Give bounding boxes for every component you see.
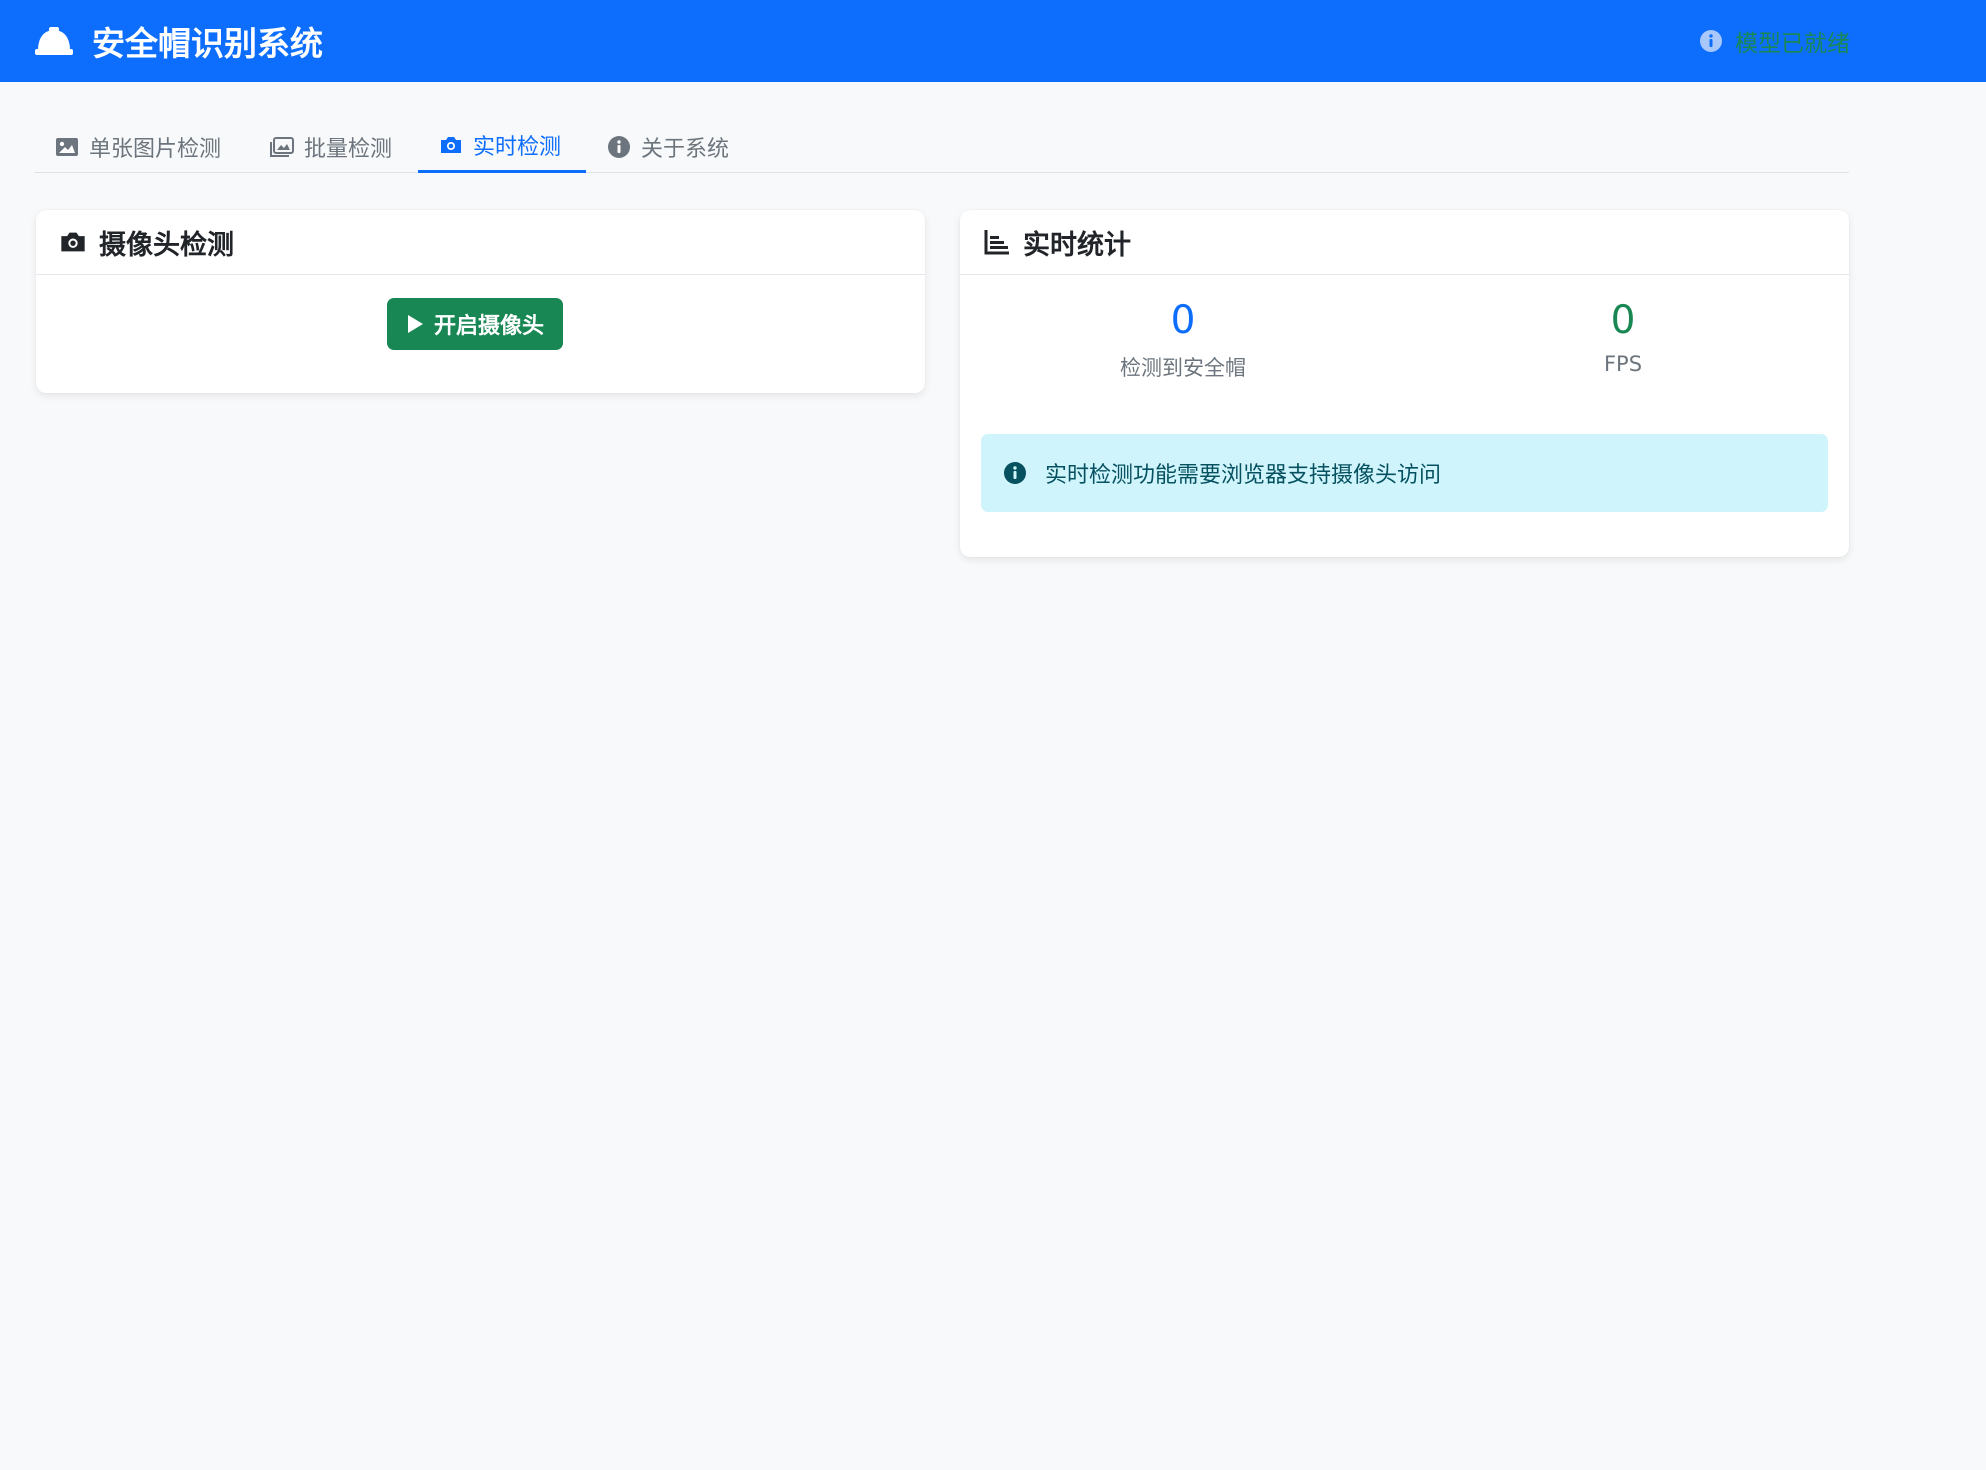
stats-card-header: 实时统计 (960, 210, 1849, 275)
camera-detection-card: 摄像头检测 开启摄像头 (36, 210, 925, 393)
camera-icon (439, 133, 463, 157)
tab-single-image[interactable]: 单张图片检测 (34, 120, 237, 173)
camera-icon (59, 228, 87, 256)
hard-hat-icon (34, 24, 74, 58)
app-title: 安全帽识别系统 (92, 24, 323, 63)
start-camera-button[interactable]: 开启摄像头 (387, 298, 563, 350)
play-icon (406, 314, 424, 334)
tab-about-label: 关于系统 (641, 136, 730, 162)
camera-support-notice: 实时检测功能需要浏览器支持摄像头访问 (981, 434, 1828, 512)
detection-tabs: 单张图片检测 批量检测 实时检测 关于系统 (34, 120, 1849, 173)
model-status: 模型已就绪 (1699, 0, 1850, 82)
images-icon (270, 135, 294, 159)
fps-value: 0 (1610, 298, 1636, 343)
fps-label: FPS (1603, 352, 1643, 376)
tab-about[interactable]: 关于系统 (586, 120, 754, 173)
top-navbar: 安全帽识别系统 模型已就绪 (0, 0, 1986, 82)
fps-stat: 0 FPS (1473, 296, 1773, 376)
info-icon (607, 135, 631, 159)
bar-chart-icon (983, 228, 1011, 256)
start-camera-label: 开启摄像头 (433, 314, 544, 339)
image-icon (55, 135, 79, 159)
info-circle-icon (1003, 461, 1027, 485)
stats-card-title: 实时统计 (1023, 229, 1131, 261)
tab-realtime[interactable]: 实时检测 (418, 120, 586, 173)
realtime-stats-card: 实时统计 0 检测到安全帽 0 FPS 实时检测功能需要浏览器支持摄像头访问 (960, 210, 1849, 557)
tab-batch[interactable]: 批量检测 (249, 120, 417, 173)
helmet-count-stat: 0 检测到安全帽 (1033, 296, 1333, 382)
app-brand[interactable]: 安全帽识别系统 (34, 0, 323, 82)
tab-batch-label: 批量检测 (304, 136, 393, 162)
tab-single-image-label: 单张图片检测 (89, 136, 222, 162)
info-circle-icon (1699, 29, 1723, 53)
helmet-count-label: 检测到安全帽 (1120, 356, 1246, 380)
tab-realtime-label: 实时检测 (473, 135, 562, 160)
model-status-text: 模型已就绪 (1735, 31, 1850, 57)
notice-text: 实时检测功能需要浏览器支持摄像头访问 (1045, 463, 1442, 488)
camera-card-title: 摄像头检测 (99, 229, 234, 261)
camera-card-header: 摄像头检测 (36, 210, 925, 275)
helmet-count-value: 0 (1170, 298, 1196, 343)
